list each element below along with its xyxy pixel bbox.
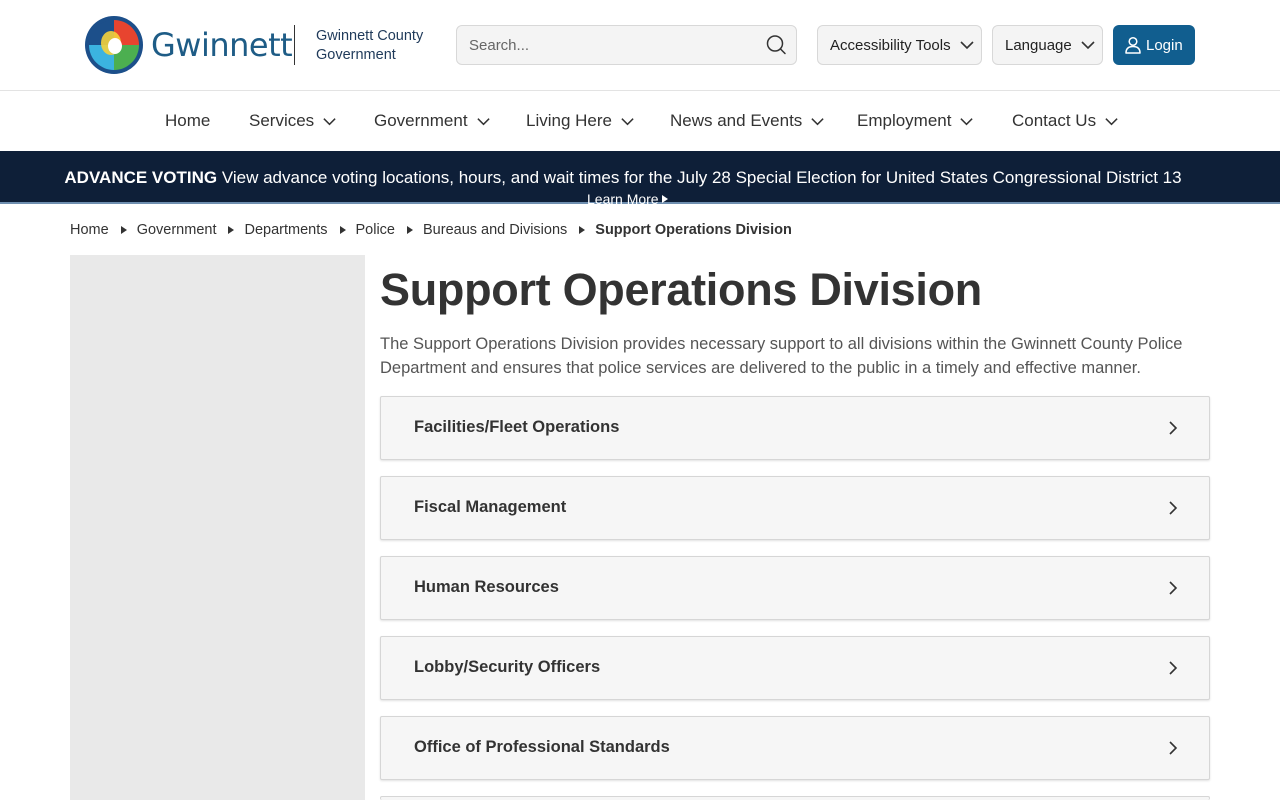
accordion-label: Human Resources (414, 578, 559, 596)
nav-item-news-and-events[interactable]: News and Events (670, 91, 825, 151)
chevron-down-icon (811, 117, 824, 125)
nav-item-label: Living Here (526, 111, 612, 130)
alert-strong: ADVANCE VOTING (64, 168, 218, 187)
breadcrumb-item-current: Support Operations Division (595, 222, 792, 238)
login-button[interactable]: Login (1113, 25, 1195, 65)
site-header: Gwinnett Gwinnett County Government Acce… (0, 0, 1280, 91)
chevron-down-icon (621, 117, 634, 125)
chevron-down-icon (476, 117, 490, 125)
breadcrumb-item-police[interactable]: Police (356, 222, 396, 238)
accordion-label: Facilities/Fleet Operations (414, 418, 620, 436)
accessibility-tools-button[interactable]: Accessibility Tools (817, 25, 982, 65)
nav-item-government[interactable]: Government (374, 91, 491, 151)
brand-subtitle-line1: Gwinnett County (316, 28, 424, 44)
chevron-down-icon (323, 117, 336, 125)
caret-right-icon (407, 226, 413, 234)
chevron-right-icon (1169, 501, 1178, 515)
accordion-office-of-professional-standards[interactable]: Office of Professional Standards (380, 716, 1210, 780)
user-icon (1125, 36, 1141, 54)
main-nav: Home Services Government Living Here New… (0, 91, 1280, 151)
accordion-lobby-security-officers[interactable]: Lobby/Security Officers (380, 636, 1210, 700)
accordion-label: Lobby/Security Officers (414, 658, 601, 676)
brand-name[interactable]: Gwinnett (151, 26, 293, 64)
brand-subtitle: Gwinnett County Government (316, 27, 423, 65)
nav-item-label: Government (374, 111, 468, 130)
nav-item-label: Employment (857, 111, 952, 130)
nav-item-living-here[interactable]: Living Here (526, 91, 635, 151)
intro-text: The Support Operations Division provides… (380, 335, 1183, 377)
chevron-right-icon (1169, 581, 1178, 595)
chevron-down-icon (960, 117, 974, 125)
page-title: Support Operations Division (380, 264, 982, 315)
nav-item-home[interactable]: Home (165, 91, 210, 151)
accordion-human-resources[interactable]: Human Resources (380, 556, 1210, 620)
accordion-label: Office of Professional Standards (414, 738, 670, 756)
search-icon[interactable] (765, 34, 787, 56)
chevron-right-icon (1169, 661, 1178, 675)
brand-subtitle-line2: Government (316, 47, 396, 63)
breadcrumb: Home Government Departments Police Burea… (70, 221, 792, 239)
chevron-down-icon (1105, 117, 1118, 125)
accessibility-tools-label: Accessibility Tools (830, 36, 951, 54)
alert-message[interactable]: ADVANCE VOTING View advance voting locat… (0, 168, 1246, 188)
nav-item-label: Home (165, 111, 211, 130)
chevron-down-icon (1081, 41, 1095, 50)
brand-divider (294, 25, 295, 65)
breadcrumb-item-home[interactable]: Home (70, 222, 109, 238)
breadcrumb-item-bureaus-and-divisions[interactable]: Bureaus and Divisions (423, 222, 567, 238)
nav-item-employment[interactable]: Employment (857, 91, 974, 151)
nav-item-label: News and Events (670, 111, 803, 130)
alert-learn-more-label: Learn More (587, 191, 659, 207)
chevron-right-icon (1169, 421, 1178, 435)
alert-text: View advance voting locations, hours, an… (221, 168, 1182, 187)
alert-learn-more-link[interactable]: Learn More (587, 192, 669, 206)
accordion-facilities-fleet-operations[interactable]: Facilities/Fleet Operations (380, 396, 1210, 460)
nav-item-label: Contact Us (1012, 111, 1097, 130)
caret-right-icon (339, 226, 346, 234)
caret-right-icon (579, 226, 586, 234)
sidebar (70, 255, 365, 800)
accordion-fiscal-management[interactable]: Fiscal Management (380, 476, 1210, 540)
search-input[interactable] (458, 27, 758, 63)
nav-item-label: Services (249, 111, 315, 130)
caret-right-icon (661, 195, 668, 203)
caret-right-icon (120, 226, 127, 234)
breadcrumb-item-departments[interactable]: Departments (244, 222, 327, 238)
accordion-label: Fiscal Management (414, 498, 567, 516)
search-box (456, 25, 797, 65)
nav-item-services[interactable]: Services (249, 91, 337, 151)
alert-banner: ADVANCE VOTING View advance voting locat… (0, 151, 1280, 206)
gwinnett-logo-icon[interactable] (85, 16, 143, 74)
chevron-down-icon (960, 41, 974, 50)
login-label: Login (1146, 36, 1183, 54)
accordion-next-partial[interactable] (380, 796, 1210, 800)
nav-item-contact-us[interactable]: Contact Us (1012, 91, 1119, 151)
language-label: Language (1005, 36, 1072, 54)
breadcrumb-item-government[interactable]: Government (137, 222, 217, 238)
caret-right-icon (228, 226, 235, 234)
chevron-right-icon (1169, 741, 1178, 755)
language-button[interactable]: Language (992, 25, 1103, 65)
